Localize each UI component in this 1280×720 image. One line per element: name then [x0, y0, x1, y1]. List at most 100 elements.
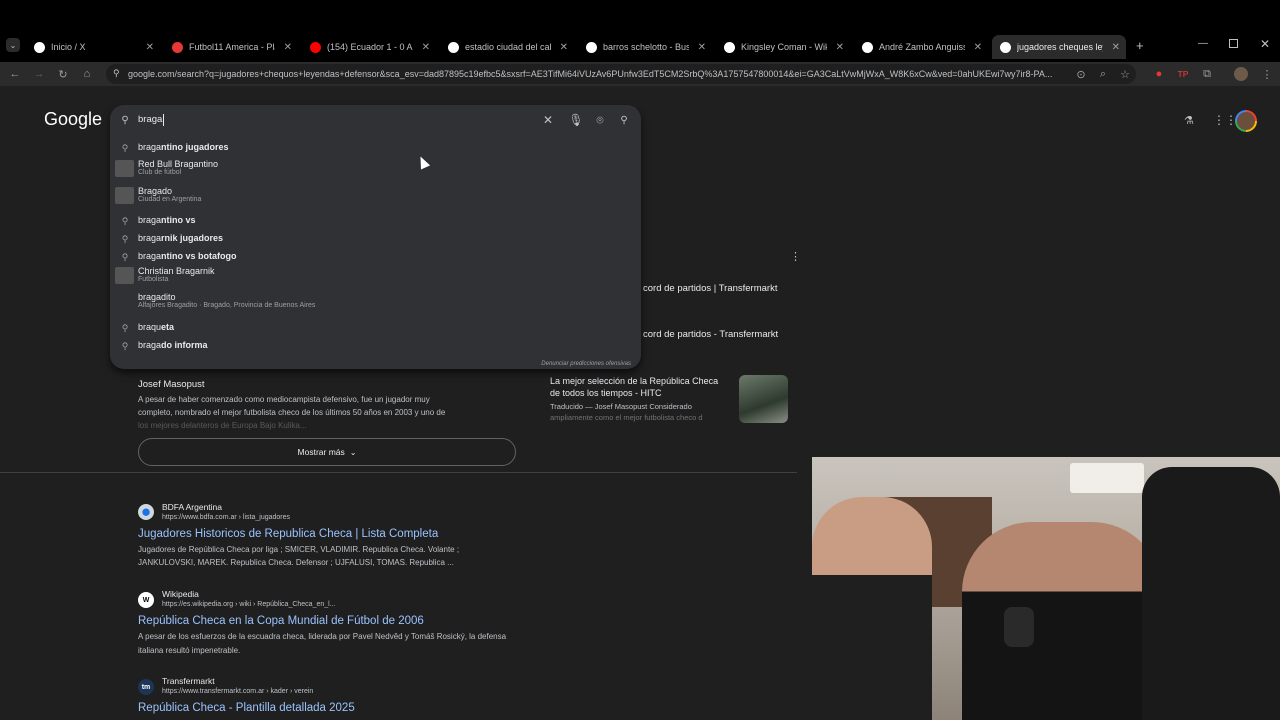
extension-tp-icon[interactable]: ᴛᴘ	[1176, 67, 1190, 81]
browser-tab[interactable]: André Zambo Anguissa - ✕	[854, 36, 988, 58]
site-info-icon[interactable]: ⚲	[113, 68, 120, 79]
browser-tab[interactable]: Kingsley Coman - Wikipe ✕	[716, 36, 850, 58]
extension-red-icon[interactable]: ●	[1152, 67, 1166, 81]
tab-close-icon[interactable]: ✕	[974, 42, 982, 53]
result-2-title[interactable]: República Checa en la Copa Mundial de Fú…	[138, 615, 424, 627]
minimize-button[interactable]: —	[1198, 38, 1208, 49]
close-window-button[interactable]: ✕	[1260, 37, 1270, 51]
search-input-row[interactable]: ⚲ braga ✕ 🎙 ⌾ ⚲	[110, 105, 641, 135]
location-icon[interactable]: ⊙	[1074, 67, 1088, 81]
back-icon[interactable]: ←	[8, 67, 22, 81]
right-result-title-2[interactable]: cord de partidos - Transfermarkt	[643, 329, 778, 340]
search-icon: ⚲	[121, 340, 129, 351]
new-tab-button[interactable]: +	[1136, 38, 1144, 53]
tab-close-icon[interactable]: ✕	[1112, 42, 1120, 53]
search-autocomplete: ⚲ braga ✕ 🎙 ⌾ ⚲ ⚲ bragantino jugadores Red…	[110, 105, 641, 369]
browser-tab[interactable]: Futbol11 America - Play F ✕	[164, 36, 298, 58]
tab-close-icon[interactable]: ✕	[560, 42, 568, 53]
browser-tab[interactable]: estadio ciudad del cabo - ✕	[440, 36, 574, 58]
url-text: google.com/search?q=jugadores+chequos+le…	[128, 69, 1053, 79]
tab-title: estadio ciudad del cabo -	[465, 42, 551, 52]
google-logo[interactable]: Google	[44, 109, 102, 130]
browser-toolbar: ← → ↻ ⌂ ⚲ google.com/search?q=jugadores+…	[0, 62, 1280, 86]
browser-tab[interactable]: barros schelotto - Buscar ✕	[578, 36, 712, 58]
bookmark-star-icon[interactable]: ☆	[1118, 67, 1132, 81]
suggestion-subtitle: Alfajores Bragadito · Bragado, Provincia…	[138, 302, 316, 309]
suggestion-item[interactable]: ⚲ braqueta	[110, 319, 641, 337]
tab-title: Futbol11 America - Play F	[189, 42, 275, 52]
result-3-site[interactable]: Transfermarkt	[162, 676, 215, 686]
suggestion-item[interactable]: Christian Bragarnik Futbolista	[110, 266, 641, 284]
suggestion-thumbnail	[115, 160, 134, 177]
suggestion-item[interactable]: Bragado Ciudad en Argentina	[110, 186, 641, 204]
apps-grid-icon[interactable]: ⋮⋮	[1213, 113, 1237, 127]
suggestion-completion: eta	[161, 322, 175, 332]
result-2-url[interactable]: https://es.wikipedia.org › wiki › Repúbl…	[162, 601, 336, 608]
wikipedia-icon	[862, 41, 873, 53]
right-result-title-1[interactable]: cord de partidos | Transfermarkt	[643, 283, 777, 294]
home-icon[interactable]: ⌂	[80, 67, 94, 81]
search-icon: ⚲	[121, 251, 129, 262]
suggestion-item[interactable]: ⚲ bragantino jugadores	[110, 139, 641, 157]
suggestion-item[interactable]: ⚲ bragantino vs botafogo	[110, 248, 641, 266]
suggestion-typed-part: braga	[138, 251, 162, 261]
result-1-site[interactable]: BDFA Argentina	[162, 502, 222, 512]
suggestion-text: bragantino jugadores	[138, 142, 229, 152]
suggestion-item[interactable]: Red Bull Bragantino Club de fútbol	[110, 159, 641, 177]
masopust-title[interactable]: Josef Masopust	[138, 379, 205, 390]
browser-menu-icon[interactable]: ⋮	[1260, 67, 1274, 81]
suggestion-text: Red Bull Bragantino	[138, 159, 219, 169]
more-options-icon[interactable]: ⋮	[790, 250, 801, 263]
hitc-thumbnail[interactable]	[739, 375, 788, 423]
suggestion-item[interactable]: bragadito Alfajores Bragadito · Bragado, …	[110, 292, 641, 310]
suggestion-text: Bragado	[138, 186, 173, 196]
search-icon: ⚲	[121, 142, 129, 153]
bdfa-icon: ⬤	[138, 504, 154, 520]
hitc-title-2[interactable]: de todos los tiempos - HITC	[550, 388, 662, 398]
extensions-puzzle-icon[interactable]: ⧉	[1200, 67, 1214, 81]
tab-close-icon[interactable]: ✕	[146, 42, 154, 53]
browser-tab[interactable]: (154) Ecuador 1 - 0 Argen ✕	[302, 36, 436, 58]
tab-close-icon[interactable]: ✕	[284, 42, 292, 53]
wikipedia-icon	[724, 41, 735, 53]
suggestion-text: Christian Bragarnik	[138, 266, 215, 276]
masopust-text-2: completo, nombrado el mejor futbolista c…	[138, 408, 446, 417]
browser-tab[interactable]: jugadores cheques leyen ✕	[992, 35, 1126, 59]
suggestion-completion: ntino vs	[161, 215, 196, 225]
zoom-icon[interactable]: ⌕	[1096, 67, 1110, 81]
labs-flask-icon[interactable]: ⚗	[1184, 114, 1194, 127]
result-3-title[interactable]: República Checa - Plantilla detallada 20…	[138, 702, 355, 714]
search-submit-icon[interactable]: ⚲	[617, 113, 631, 127]
address-bar[interactable]: ⚲ google.com/search?q=jugadores+chequos+…	[106, 64, 1136, 84]
account-avatar[interactable]	[1235, 110, 1257, 132]
search-icon: ⚲	[121, 233, 129, 244]
google-icon	[448, 41, 459, 53]
tab-search-dropdown-icon[interactable]: ⌄	[6, 38, 20, 52]
suggestion-typed-part: braga	[138, 340, 162, 350]
camera-lens-icon[interactable]: ⌾	[593, 113, 607, 127]
maximize-button[interactable]	[1229, 39, 1238, 48]
microphone-icon[interactable]: 🎙	[568, 113, 583, 127]
suggestion-item[interactable]: ⚲ bragarnik jugadores	[110, 230, 641, 248]
profile-avatar[interactable]	[1234, 67, 1248, 81]
forward-icon[interactable]: →	[32, 67, 46, 81]
result-1-title[interactable]: Jugadores Historicos de Republica Checa …	[138, 528, 438, 540]
result-3-url[interactable]: https://www.transfermarkt.com.ar › kader…	[162, 688, 313, 695]
search-input[interactable]: braga	[138, 114, 162, 125]
hitc-title-1[interactable]: La mejor selección de la República Checa	[550, 376, 718, 386]
browser-tab[interactable]: Inicio / X ✕	[26, 36, 160, 58]
suggestion-text: bragado informa	[138, 340, 208, 350]
tab-close-icon[interactable]: ✕	[836, 42, 844, 53]
result-1-url[interactable]: https://www.bdfa.com.ar › lista_jugadore…	[162, 514, 290, 521]
clear-icon[interactable]: ✕	[541, 113, 555, 127]
report-predictions-link[interactable]: Denunciar predicciones ofensivas	[541, 361, 631, 367]
suggestion-thumbnail	[115, 293, 134, 310]
result-2-site[interactable]: Wikipedia	[162, 589, 199, 599]
suggestion-item[interactable]: ⚲ bragantino vs	[110, 212, 641, 230]
show-more-button[interactable]: Mostrar más ⌄	[138, 438, 516, 466]
suggestion-item[interactable]: ⚲ bragado informa	[110, 337, 641, 355]
tab-close-icon[interactable]: ✕	[698, 42, 706, 53]
tab-close-icon[interactable]: ✕	[422, 42, 430, 53]
webcam-overlay	[812, 457, 1280, 720]
reload-icon[interactable]: ↻	[56, 67, 70, 81]
